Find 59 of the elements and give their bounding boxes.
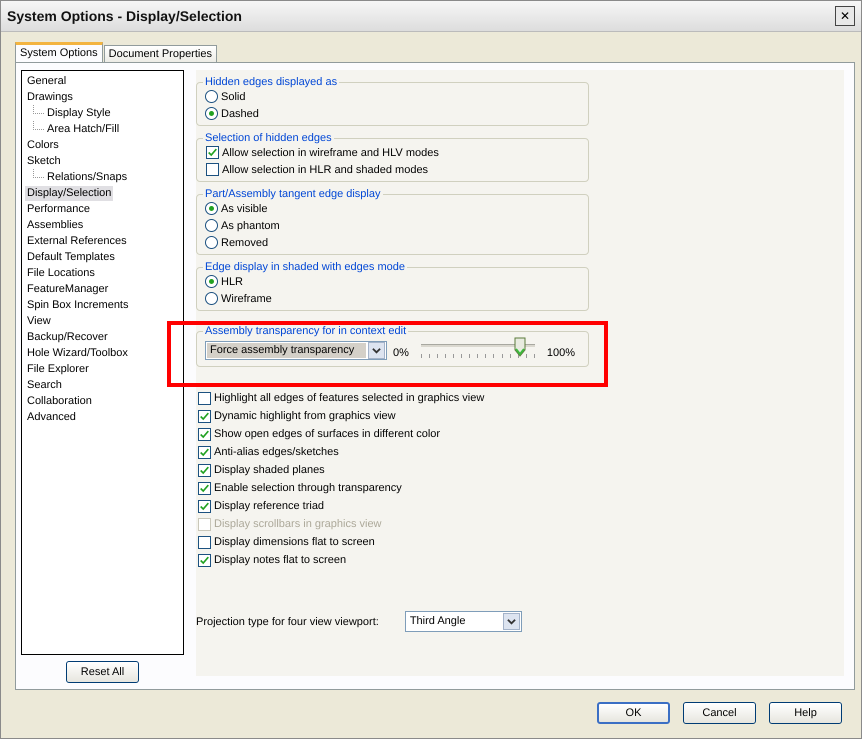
checkbox-label: Display shaded planes (214, 464, 325, 476)
tab[interactable]: Document Properties (104, 45, 217, 62)
checkbox-label: Display dimensions flat to screen (214, 536, 375, 548)
tree-item[interactable]: Default Templates (25, 250, 117, 264)
tree-item[interactable]: Area Hatch/Fill (45, 122, 122, 136)
tree-item[interactable]: General (25, 74, 68, 88)
radio-label: HLR (221, 276, 244, 288)
checkbox-label: Enable selection through transparency (214, 482, 402, 494)
radio-label: Wireframe (221, 292, 272, 304)
checkbox-label: Display notes flat to screen (214, 554, 346, 566)
tree-item[interactable]: Search (25, 378, 64, 392)
checkbox-label: Display reference triad (214, 500, 324, 512)
checkbox-label: Show open edges of surfaces in different color (214, 428, 440, 440)
tree-item[interactable]: Advanced (25, 410, 78, 424)
checkbox-label: Dynamic highlight from graphics view (214, 410, 396, 422)
window-title: System Options - Display/Selection (7, 8, 242, 24)
tree-item[interactable]: Assemblies (25, 218, 86, 232)
tree-item[interactable]: FeatureManager (25, 282, 110, 296)
checkbox-label: Highlight all edges of features selected in graphics view (214, 392, 484, 404)
projection-dropdown[interactable]: Third Angle (404, 611, 522, 632)
radio-label: Solid (221, 90, 246, 102)
tree-item[interactable]: Backup/Recover (25, 330, 110, 344)
reset-all-button[interactable]: Reset All (66, 661, 139, 683)
group-title: Edge display in shaded with edges mode (204, 261, 406, 273)
dialog-button[interactable]: Help (769, 702, 842, 724)
group-title: Selection of hidden edges (204, 132, 333, 144)
transparency-dropdown[interactable]: Force assembly transparency (205, 340, 387, 360)
checkbox-label: Anti-alias edges/sketches (214, 446, 339, 458)
tree-item[interactable]: Sketch (25, 154, 63, 168)
radio-label: As visible (221, 202, 268, 214)
group-title: Hidden edges displayed as (204, 76, 338, 88)
tree-item[interactable]: Spin Box Increments (25, 298, 130, 312)
group-title: Part/Assembly tangent edge display (204, 188, 382, 200)
tree-item[interactable]: Hole Wizard/Toolbox (25, 346, 130, 360)
radio-label: Dashed (221, 108, 259, 120)
tree-item[interactable]: Collaboration (25, 394, 94, 408)
checkbox-label: Allow selection in HLR and shaded modes (222, 164, 428, 176)
slider-max-label: 100% (546, 347, 576, 359)
tree-item[interactable]: View (25, 314, 53, 328)
group-title: Assembly transparency for in context edit (204, 325, 408, 337)
tree-item[interactable]: File Locations (25, 266, 97, 280)
tab[interactable]: System Options (15, 42, 103, 62)
tree-item[interactable]: File Explorer (25, 362, 91, 376)
radio-label: Removed (221, 236, 268, 248)
tree-item[interactable]: Colors (25, 138, 61, 152)
tree-item[interactable]: Relations/Snaps (45, 170, 130, 184)
dialog-button[interactable]: Cancel (683, 702, 756, 724)
tree-item[interactable]: External References (25, 234, 129, 248)
close-button[interactable]: ✕ (835, 6, 855, 26)
radio-label: As phantom (221, 220, 280, 232)
tree-item[interactable]: Performance (25, 202, 92, 216)
tree-item[interactable]: Display Style (45, 106, 113, 120)
checkbox-label: Allow selection in wireframe and HLV modes (222, 146, 439, 158)
checkbox-label: Display scrollbars in graphics view (214, 518, 382, 530)
dialog-button[interactable]: OK (597, 702, 670, 724)
projection-label: Projection type for four view viewport: (196, 616, 379, 628)
tree-item[interactable]: Display/Selection (25, 186, 114, 200)
tree-item[interactable]: Drawings (25, 90, 75, 104)
slider-min-label: 0% (393, 347, 409, 359)
